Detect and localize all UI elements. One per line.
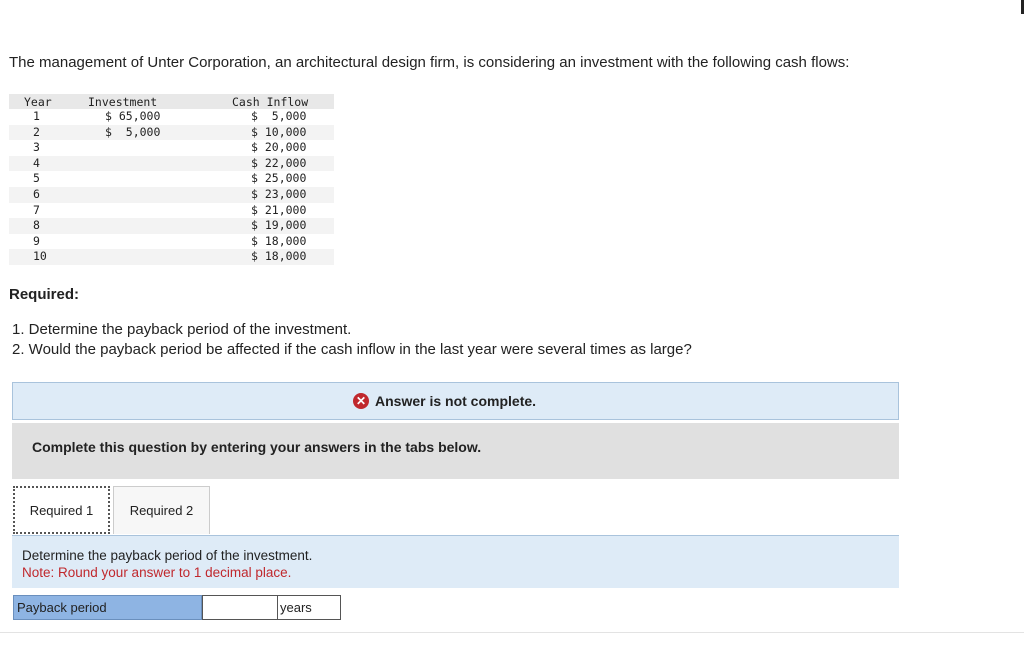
- year-cell: 3: [33, 140, 40, 155]
- investment-cell: [71, 171, 219, 187]
- table-row: 8 $ 19,000: [9, 218, 334, 234]
- cash-inflow-cell: $ 18,000: [219, 249, 334, 265]
- instructions-text: Complete this question by entering your …: [32, 439, 482, 455]
- cash-inflow-cell: $ 21,000: [251, 202, 307, 217]
- table-row: 10 $ 18,000: [9, 249, 334, 265]
- table-row: 7 $ 21,000: [9, 203, 334, 219]
- cash-inflow-cell: $ 10,000: [219, 124, 334, 141]
- tab-required-2[interactable]: Required 2: [113, 486, 210, 534]
- investment-cell: [71, 249, 219, 265]
- investment-cell: [71, 203, 219, 219]
- required-item-2: 2. Would the payback period be affected …: [12, 341, 692, 358]
- year-cell: 2: [9, 124, 71, 141]
- answer-row: Payback period years: [13, 595, 341, 620]
- x-circle-icon: ✕: [353, 393, 369, 409]
- year-cell: 9: [33, 233, 40, 248]
- table-row: 4 $ 22,000: [9, 155, 334, 172]
- investment-cell: [71, 186, 219, 203]
- answer-status-banner: ✕ Answer is not complete.: [12, 382, 899, 420]
- question-note: Note: Round your answer to 1 decimal pla…: [22, 565, 292, 580]
- divider: [0, 632, 1024, 633]
- table-header-row: Year Investment Cash Inflow: [9, 94, 334, 109]
- cash-inflow-cell: $ 25,000: [251, 171, 307, 186]
- year-cell: 4: [9, 155, 71, 172]
- table-row: 9 $ 18,000: [9, 234, 334, 250]
- investment-cell: [71, 140, 219, 156]
- investment-cell: $ 65,000: [105, 109, 161, 123]
- header-cash-inflow: Cash Inflow: [219, 94, 334, 109]
- cash-inflow-cell: $ 19,000: [219, 218, 334, 234]
- year-cell: 5: [33, 171, 40, 186]
- question-panel: Determine the payback period of the inve…: [12, 535, 899, 588]
- payback-period-label: Payback period: [13, 595, 202, 620]
- required-list: 1. Determine the payback period of the i…: [12, 320, 692, 360]
- question-prompt: Determine the payback period of the inve…: [22, 548, 313, 563]
- cash-inflow-cell: $ 5,000: [251, 109, 307, 123]
- year-cell: 10: [9, 249, 71, 265]
- required-item-1: 1. Determine the payback period of the i…: [12, 321, 352, 338]
- table-row: 1 $ 65,000 $ 5,000: [9, 109, 334, 125]
- table-row: 3 $ 20,000: [9, 140, 334, 156]
- header-year: Year: [9, 94, 71, 109]
- year-cell: 6: [9, 186, 71, 203]
- investment-cell: $ 5,000: [71, 124, 219, 141]
- tab-label: Required 2: [129, 503, 194, 518]
- year-cell: 7: [33, 202, 40, 217]
- answer-status: ✕ Answer is not complete.: [353, 393, 536, 409]
- payback-unit-label: years: [278, 595, 341, 620]
- problem-intro: The management of Unter Corporation, an …: [9, 54, 850, 71]
- answer-status-text: Answer is not complete.: [375, 393, 537, 409]
- cash-inflow-cell: $ 18,000: [251, 233, 307, 248]
- table-row: 2 $ 5,000 $ 10,000: [9, 124, 334, 141]
- cash-flow-table: Year Investment Cash Inflow 1 $ 65,000 $ 5…: [9, 94, 334, 265]
- cash-inflow-cell: $ 22,000: [219, 155, 334, 172]
- table-row: 6 $ 23,000: [9, 186, 334, 203]
- required-heading: Required:: [9, 286, 80, 303]
- instructions-panel: Complete this question by entering your …: [12, 423, 899, 479]
- tab-required-1[interactable]: Required 1: [13, 486, 110, 534]
- header-investment: Investment: [71, 94, 219, 109]
- tab-label: Required 1: [29, 502, 94, 518]
- investment-cell: [71, 234, 219, 250]
- investment-cell: [71, 155, 219, 172]
- table-row: 5 $ 25,000: [9, 171, 334, 187]
- payback-period-input[interactable]: [202, 595, 278, 620]
- year-cell: 1: [33, 109, 40, 123]
- year-cell: 8: [9, 218, 71, 234]
- cash-inflow-cell: $ 20,000: [251, 140, 307, 155]
- cash-inflow-cell: $ 23,000: [219, 186, 334, 203]
- investment-cell: [71, 218, 219, 234]
